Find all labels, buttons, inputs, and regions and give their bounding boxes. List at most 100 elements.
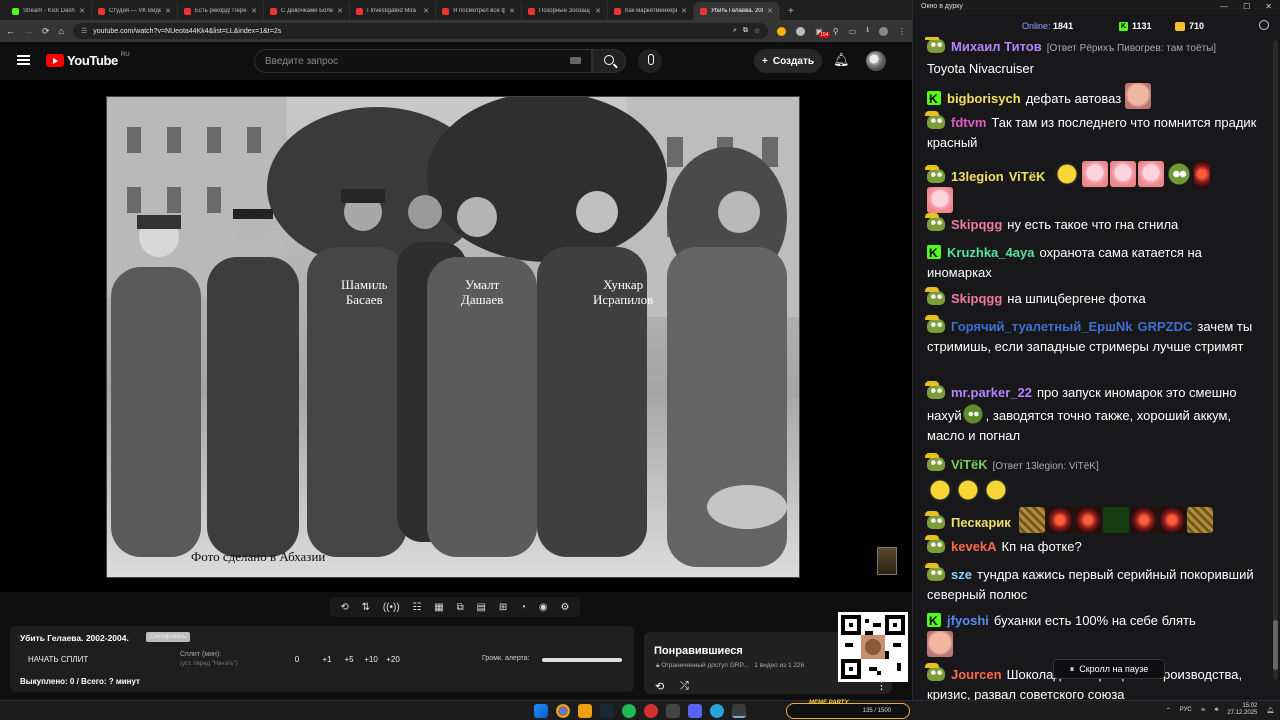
chat-username[interactable]: fdtvm — [951, 115, 986, 130]
site-info-icon[interactable]: ☰ — [81, 27, 87, 35]
browser-tab[interactable]: I Investigated Mira ✕ — [350, 2, 436, 20]
minimize-icon[interactable]: — — [1220, 2, 1228, 11]
extension-counter-icon[interactable]: ▣ 154 — [815, 27, 830, 38]
zoom-icon[interactable]: ⌕ — [733, 27, 737, 35]
maximize-icon[interactable]: ☐ — [1243, 2, 1250, 11]
picture-in-picture-icon[interactable]: ⧉ — [457, 602, 464, 613]
scrollbar-thumb[interactable] — [1273, 620, 1278, 670]
split-add-button[interactable]: +1 — [316, 655, 338, 664]
download-icon[interactable]: ⭳ — [866, 24, 869, 38]
playlist-title[interactable]: Понравившиеся — [654, 645, 743, 657]
telegram-icon[interactable] — [710, 704, 724, 718]
forward-icon[interactable]: → — [24, 26, 33, 36]
video-player[interactable]: Шамиль Басаев Умалт Дашаев Хункар Исрапи… — [0, 80, 912, 592]
browser-tab[interactable]: Я посмотрел все ф ✕ — [436, 2, 522, 20]
extension-icon[interactable] — [777, 26, 787, 36]
record-app-icon[interactable] — [644, 704, 658, 718]
chat-username[interactable]: ViTёK — [951, 457, 988, 472]
extension-icon[interactable] — [796, 26, 806, 36]
broadcast-icon[interactable]: ((•)) — [383, 602, 400, 613]
meme-party-widget[interactable]: MEME PARTY 135 / 1500 — [786, 700, 910, 719]
calendar-icon[interactable]: ▦ — [434, 602, 443, 613]
speed-icon[interactable]: ◔ — [520, 602, 526, 613]
voice-search-button[interactable] — [638, 49, 662, 73]
camera-icon[interactable]: ◉ — [539, 602, 548, 613]
close-icon[interactable]: ✕ — [1265, 2, 1272, 11]
chat-username[interactable]: Пескарик — [951, 515, 1011, 530]
shuffle-icon[interactable]: ⤮ — [680, 680, 689, 693]
chat-scrollbar[interactable] — [1273, 40, 1278, 680]
discord-icon[interactable] — [688, 704, 702, 718]
keyboard-icon[interactable] — [570, 57, 581, 64]
chat-username[interactable]: Горячий_туалетный_ЕршNk — [951, 319, 1133, 334]
address-bar[interactable]: ☰ youtube.com/watch?v=NUeota44Kk4&list=L… — [72, 23, 769, 39]
chat-username[interactable]: mr.parker_22 — [951, 385, 1032, 400]
create-button[interactable]: + Создать — [754, 49, 822, 73]
hamburger-menu-icon[interactable] — [17, 55, 30, 65]
browser-tab[interactable]: Студия — VK Видео ✕ — [92, 2, 178, 20]
chat-username[interactable]: 13legion — [951, 169, 1004, 184]
tab-close-icon[interactable]: ✕ — [165, 7, 171, 15]
bookmark-star-icon[interactable]: ☆ — [754, 27, 760, 35]
tab-close-icon[interactable]: ✕ — [509, 7, 515, 15]
tab-close-icon[interactable]: ✕ — [251, 7, 257, 15]
notifications-icon[interactable]: 🔔︎ — [1266, 707, 1274, 714]
new-tab-icon[interactable]: + — [780, 6, 802, 20]
extensions-icon[interactable]: ⚲ — [833, 27, 839, 36]
chat-username[interactable]: Skipqgg — [951, 291, 1002, 306]
search-input[interactable]: Введите запрос — [254, 49, 592, 73]
home-icon[interactable]: ⌂ — [59, 26, 64, 36]
youtube-logo[interactable]: YouTube RU — [46, 52, 130, 68]
split-add-button[interactable]: +20 — [382, 655, 404, 664]
chat-username[interactable]: Skipqgg — [951, 217, 1002, 232]
browser-tab[interactable]: Позорные Зоозащ ✕ — [522, 2, 608, 20]
channel-watermark[interactable] — [877, 547, 897, 575]
notifications-bell-icon[interactable]: 🔔︎ — [833, 52, 850, 68]
tab-close-icon[interactable]: ✕ — [767, 7, 773, 15]
chat-app-icon[interactable] — [732, 704, 746, 718]
tab-close-icon[interactable]: ✕ — [79, 7, 85, 15]
chat-username[interactable]: sze — [951, 567, 972, 582]
loop-icon[interactable]: ⟲ — [340, 602, 348, 613]
browser-tab[interactable]: Как маркетмейкеры ✕ — [608, 2, 694, 20]
split-add-button[interactable]: +10 — [360, 655, 382, 664]
chat-messages[interactable]: Михаил Титов [Ответ Рёрихъ Пивогрев: там … — [913, 37, 1280, 700]
windows-start-icon[interactable] — [534, 704, 548, 718]
add-icon[interactable]: ⊞ — [499, 602, 507, 613]
clock[interactable]: 15:02 27.12.2025 — [1227, 703, 1257, 717]
start-split-button[interactable]: НАЧАТЬ СПЛИТ — [28, 655, 88, 664]
language-indicator[interactable]: РУС — [1180, 707, 1192, 713]
app-icon[interactable] — [666, 704, 680, 718]
chat-username[interactable]: Jourcen — [951, 667, 1002, 682]
profile-icon[interactable] — [879, 26, 888, 36]
file-explorer-icon[interactable] — [578, 704, 592, 718]
playlist-icon[interactable]: ☷ — [413, 602, 422, 613]
chrome-icon[interactable] — [556, 704, 570, 718]
tab-close-icon[interactable]: ✕ — [595, 7, 601, 15]
volume-icon[interactable]: 🔊︎ — [1215, 707, 1219, 714]
reload-icon[interactable]: ⟳ — [42, 26, 50, 37]
sidebar-icon[interactable]: ▭ — [849, 27, 857, 36]
scroll-paused-button[interactable]: ⏸ Скролл на паузе — [1053, 659, 1165, 679]
chat-username[interactable]: Михаил Титов — [951, 39, 1042, 54]
chat-username[interactable]: jfyoshi — [947, 613, 989, 628]
chat-username[interactable]: Kruzhka_4aya — [947, 245, 1034, 260]
subtitles-icon[interactable]: ▤ — [477, 602, 486, 613]
sort-icon[interactable]: ⇅ — [362, 602, 370, 613]
network-icon[interactable]: ⌯ — [1201, 707, 1206, 714]
back-icon[interactable]: ← — [6, 26, 15, 36]
chat-username[interactable]: bigborisych — [947, 91, 1021, 106]
copy-button[interactable]: Скопировать — [146, 632, 190, 642]
chat-username[interactable]: kevekA — [951, 539, 997, 554]
loop-playlist-icon[interactable]: ⟲ — [655, 680, 664, 693]
browser-tab[interactable]: Убить Гелаева. 200 ✕ — [694, 2, 780, 20]
browser-tab[interactable]: Stream - Kick Dash ✕ — [6, 2, 92, 20]
chat-settings-icon[interactable] — [1259, 20, 1269, 30]
alert-volume-slider[interactable] — [542, 658, 622, 662]
settings-gear-icon[interactable]: ⚙ — [560, 602, 569, 613]
spotify-icon[interactable] — [622, 704, 636, 718]
browser-tab[interactable]: С Девочками Более ✕ — [264, 2, 350, 20]
tray-expand-icon[interactable]: ⌃ — [1166, 707, 1171, 714]
steam-icon[interactable] — [600, 704, 614, 718]
search-button[interactable] — [592, 49, 626, 73]
